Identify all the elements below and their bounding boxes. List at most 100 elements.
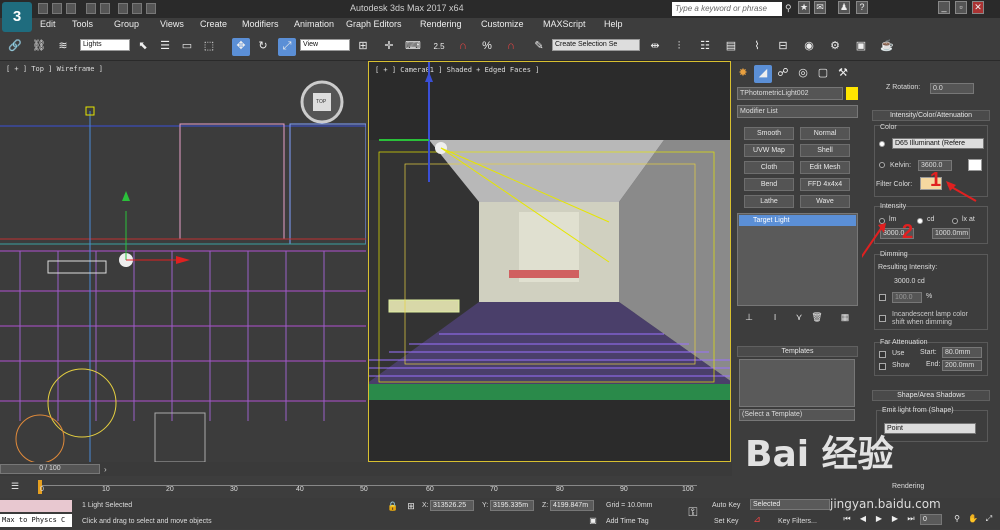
x-coordinate-field[interactable]: 313526.25 xyxy=(430,500,474,511)
intensity-rollout-header[interactable]: Intensity/Color/Attenuation xyxy=(872,110,990,121)
select-by-name-icon[interactable]: ☰ xyxy=(156,38,174,56)
edit-named-selection-icon[interactable]: ✎ xyxy=(530,38,548,56)
menu-graph-editors[interactable]: Graph Editors xyxy=(346,19,402,29)
bind-space-warp-icon[interactable]: ≋ xyxy=(54,38,72,56)
angle-snap-icon[interactable]: ∩ xyxy=(454,38,472,56)
link-icon[interactable]: 🔗 xyxy=(6,38,24,56)
edit-mesh-button[interactable]: Edit Mesh xyxy=(800,161,850,174)
object-name-field[interactable]: TPhotometricLight002 xyxy=(737,87,843,100)
maxscript-mini-listener[interactable]: Max to Physcs C xyxy=(0,514,72,527)
add-time-tag[interactable]: Add Time Tag xyxy=(606,518,649,525)
select-manipulate-icon[interactable]: ✛ xyxy=(380,38,398,56)
menu-edit[interactable]: Edit xyxy=(40,19,56,29)
viewcube-label[interactable]: TOP xyxy=(316,99,326,105)
maxscript-listener-pink[interactable] xyxy=(0,500,72,512)
templates-rollout-header[interactable]: Templates xyxy=(737,346,858,357)
time-slider[interactable]: 0 / 100 › xyxy=(0,462,732,476)
snaps-toggle-icon[interactable]: 2.5 xyxy=(430,38,448,56)
selection-lock-icon[interactable]: 🔒 xyxy=(384,498,402,516)
uvw-map-button[interactable]: UVW Map xyxy=(744,144,794,157)
camera-viewport[interactable]: [ + ] Camera01 ] Shaded + Edged Faces ] xyxy=(368,61,731,462)
search-input[interactable]: Type a keyword or phrase xyxy=(672,2,782,16)
y-coordinate-field[interactable]: 3195.335m xyxy=(490,500,534,511)
emit-shape-dropdown[interactable]: Point xyxy=(884,423,976,434)
curve-editor-icon[interactable]: ⌇ xyxy=(748,38,766,56)
save-icon[interactable] xyxy=(66,3,76,14)
schematic-view-icon[interactable]: ⊟ xyxy=(774,38,792,56)
time-slider-thumb[interactable]: 0 / 100 xyxy=(0,464,100,474)
app-menu-button[interactable]: 3 xyxy=(2,2,32,32)
spinner-snap-icon[interactable]: ∩ xyxy=(502,38,520,56)
remove-modifier-icon[interactable]: 🗑 xyxy=(808,309,826,327)
rendered-frame-icon[interactable]: ▣ xyxy=(852,38,870,56)
select-and-scale-icon[interactable]: ⤢ xyxy=(278,38,296,56)
minimize-icon[interactable]: _ xyxy=(938,1,950,14)
render-production-icon[interactable]: ☕ xyxy=(878,38,896,56)
shell-button[interactable]: Shell xyxy=(800,144,850,157)
pivot-center-icon[interactable]: ⊞ xyxy=(354,38,372,56)
open-file-icon[interactable] xyxy=(52,3,62,14)
track-bar[interactable]: 0 10 20 30 40 50 60 70 80 90 100 ☰ xyxy=(0,476,732,498)
percent-snap-icon[interactable]: % xyxy=(478,38,496,56)
current-frame-field[interactable]: 0 xyxy=(920,514,942,525)
menu-rendering[interactable]: Rendering xyxy=(420,19,462,29)
preset-radio[interactable] xyxy=(879,141,885,147)
ffd-button[interactable]: FFD 4x4x4 xyxy=(800,178,850,191)
absolute-mode-icon[interactable]: ⊞ xyxy=(402,498,420,516)
menu-customize[interactable]: Customize xyxy=(481,19,524,29)
shadows-rollout-header[interactable]: Shape/Area Shadows xyxy=(872,390,990,401)
infocenter-icon[interactable]: ★ xyxy=(798,1,810,14)
fetch-icon[interactable] xyxy=(132,3,142,14)
menu-create[interactable]: Create xyxy=(200,19,227,29)
menu-help[interactable]: Help xyxy=(604,19,623,29)
select-and-move-icon[interactable]: ✥ xyxy=(232,38,250,56)
select-object-icon[interactable]: ⬉ xyxy=(134,38,152,56)
key-mode-dropdown[interactable]: Selected xyxy=(750,499,830,510)
utilities-tab-icon[interactable]: ⚒ xyxy=(834,65,852,83)
cloth-button[interactable]: Cloth xyxy=(744,161,794,174)
communication-icon[interactable]: ✉ xyxy=(814,1,826,14)
rectangular-selection-icon[interactable]: ▭ xyxy=(178,38,196,56)
make-unique-icon[interactable]: ⋎ xyxy=(790,309,808,327)
z-coordinate-field[interactable]: 4199.847m xyxy=(550,500,594,511)
wave-button[interactable]: Wave xyxy=(800,195,850,208)
modifier-list-dropdown[interactable]: Modifier List xyxy=(737,105,858,118)
menu-modifiers[interactable]: Modifiers xyxy=(242,19,279,29)
time-tag-icon[interactable]: ▣ xyxy=(584,512,602,530)
create-tab-icon[interactable]: ✸ xyxy=(734,65,752,83)
show-end-result-icon[interactable]: ⏽ xyxy=(766,309,784,327)
mini-curve-editor-icon[interactable]: ☰ xyxy=(6,478,24,496)
stack-item-target-light[interactable]: Target Light xyxy=(739,215,856,226)
help-icon[interactable]: ? xyxy=(856,1,868,14)
menu-views[interactable]: Views xyxy=(160,19,184,29)
menu-tools[interactable]: Tools xyxy=(72,19,93,29)
redo-icon[interactable] xyxy=(100,3,110,14)
project-folder-icon[interactable] xyxy=(146,3,156,14)
close-icon[interactable]: ✕ xyxy=(972,1,984,14)
object-color-swatch[interactable] xyxy=(846,87,858,100)
color-preset-dropdown[interactable]: D65 Illuminant (Refere xyxy=(892,138,984,149)
set-key-button[interactable]: Set Key xyxy=(714,518,739,525)
bend-button[interactable]: Bend xyxy=(744,178,794,191)
auto-key-button[interactable]: Auto Key xyxy=(712,502,740,509)
menu-animation[interactable]: Animation xyxy=(294,19,334,29)
window-crossing-icon[interactable]: ⬚ xyxy=(200,38,218,56)
hierarchy-tab-icon[interactable]: ☍ xyxy=(774,65,792,83)
normal-button[interactable]: Normal xyxy=(800,127,850,140)
align-icon[interactable]: ⫶ xyxy=(670,38,688,56)
template-select-dropdown[interactable]: (Select a Template) xyxy=(739,409,855,421)
menu-maxscript[interactable]: MAXScript xyxy=(543,19,586,29)
render-setup-icon[interactable]: ⚙ xyxy=(826,38,844,56)
smooth-button[interactable]: Smooth xyxy=(744,127,794,140)
material-editor-icon[interactable]: ◉ xyxy=(800,38,818,56)
maximize-viewport-icon[interactable]: ⤢ xyxy=(980,510,998,528)
new-file-icon[interactable] xyxy=(38,3,48,14)
top-viewport[interactable]: [ + ] Top ] Wireframe ] TOP xyxy=(0,61,366,462)
key-filters-button[interactable]: Key Filters... xyxy=(778,518,817,525)
menu-group[interactable]: Group xyxy=(114,19,139,29)
select-and-rotate-icon[interactable]: ↻ xyxy=(254,38,272,56)
user-icon[interactable]: ♟ xyxy=(838,1,850,14)
default-in-out-tangents-icon[interactable]: ⊿ xyxy=(748,511,766,529)
display-tab-icon[interactable]: ▢ xyxy=(814,65,832,83)
maximize-icon[interactable]: ▫ xyxy=(955,1,967,14)
